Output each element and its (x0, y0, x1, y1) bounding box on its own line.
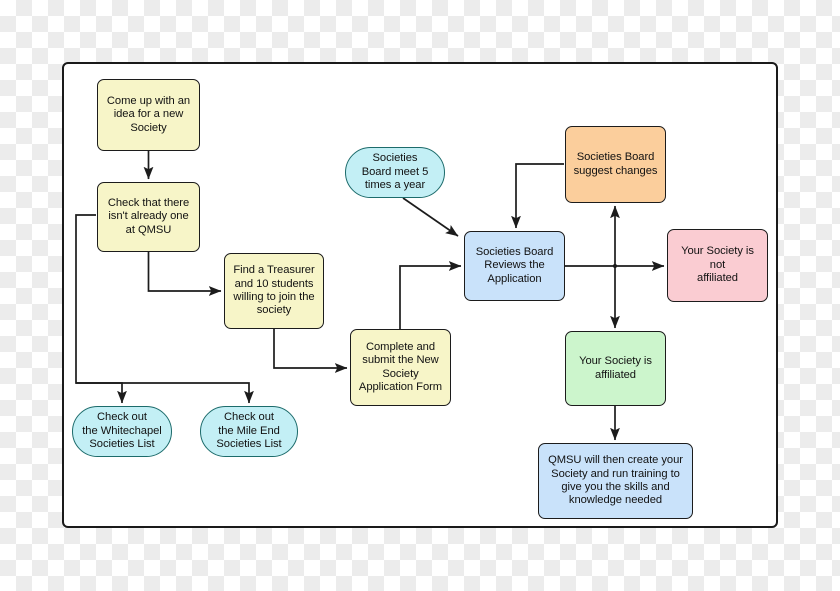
node-label: QMSU will then create your Society and r… (548, 454, 683, 507)
node-societies-board-suggest-changes[interactable]: Societies Board suggest changes (565, 126, 666, 203)
node-label: Check out the Whitechapel Societies List (82, 411, 162, 451)
node-label: Check out the Mile End Societies List (216, 411, 282, 451)
node-check-mile-end-societies-list[interactable]: Check out the Mile End Societies List (200, 406, 298, 457)
node-label: Societies Board suggest changes (573, 151, 658, 177)
node-societies-board-meets-5-times[interactable]: Societies Board meet 5 times a year (345, 147, 445, 198)
node-come-up-with-idea[interactable]: Come up with an idea for a new Society (97, 79, 200, 151)
node-check-not-already-one[interactable]: Check that there isn't already one at QM… (97, 182, 200, 252)
node-check-whitechapel-societies-list[interactable]: Check out the Whitechapel Societies List (72, 406, 172, 457)
node-label: Societies Board Reviews the Application (475, 245, 554, 285)
diagram-canvas: Come up with an idea for a new Society C… (0, 0, 840, 591)
node-your-society-is-not-affiliated[interactable]: Your Society is not affiliated (667, 229, 768, 302)
node-label: Societies Board meet 5 times a year (361, 152, 429, 192)
node-your-society-is-affiliated[interactable]: Your Society is affiliated (565, 331, 666, 406)
node-label: Check that there isn't already one at QM… (107, 196, 190, 236)
node-label: Come up with an idea for a new Society (106, 94, 191, 134)
node-label: Find a Treasurer and 10 students willing… (233, 264, 315, 317)
node-label: Your Society is affiliated (579, 355, 652, 381)
node-complete-submit-application-form[interactable]: Complete and submit the New Society Appl… (350, 329, 451, 406)
node-find-treasurer-and-students[interactable]: Find a Treasurer and 10 students willing… (224, 253, 324, 329)
node-label: Your Society is not affiliated (681, 245, 754, 285)
node-label: Complete and submit the New Society Appl… (358, 340, 443, 393)
node-societies-board-reviews-application[interactable]: Societies Board Reviews the Application (464, 231, 565, 301)
node-qmsu-creates-society-and-training[interactable]: QMSU will then create your Society and r… (538, 443, 693, 519)
